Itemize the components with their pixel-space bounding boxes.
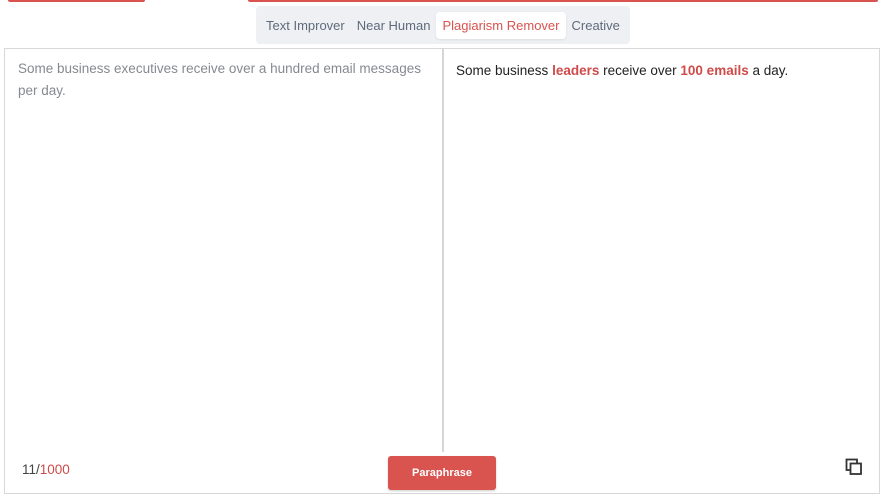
word-counter: 11/1000 <box>22 462 70 477</box>
tab-text-improver[interactable]: Text Improver <box>260 12 351 39</box>
output-highlight: 100 emails <box>680 63 749 78</box>
top-border-right <box>248 0 878 2</box>
word-count-max: 1000 <box>39 462 70 477</box>
tab-near-human[interactable]: Near Human <box>351 12 437 39</box>
tab-plagiarism-remover[interactable]: Plagiarism Remover <box>436 11 566 39</box>
mode-tabs: Text Improver Near Human Plagiarism Remo… <box>256 6 630 44</box>
copy-icon[interactable] <box>845 458 863 476</box>
top-border-left <box>8 0 145 2</box>
tab-creative[interactable]: Creative <box>566 12 626 39</box>
panel-divider <box>442 49 444 452</box>
output-text-part: Some business <box>456 63 553 78</box>
paraphrase-editor: Some business executives receive over a … <box>4 48 880 494</box>
paraphrase-button[interactable]: Paraphrase <box>388 456 496 490</box>
output-text: Some business leaders receive over 100 e… <box>456 60 866 82</box>
copy-icon-svg <box>845 458 862 475</box>
output-highlight: leaders <box>552 63 600 78</box>
input-textarea[interactable]: Some business executives receive over a … <box>18 58 438 102</box>
output-text-part: a day. <box>748 63 789 78</box>
output-text-part: receive over <box>599 63 681 78</box>
word-count-current: 11 <box>22 462 37 477</box>
